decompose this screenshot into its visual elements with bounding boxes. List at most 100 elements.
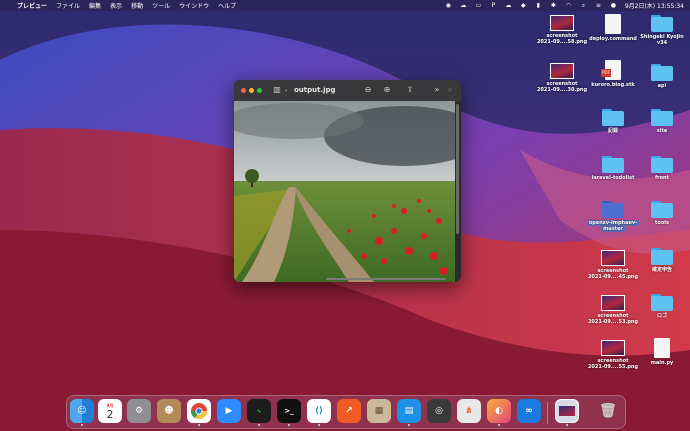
zoom-in-icon[interactable]: ⊕ (382, 85, 392, 95)
desktop-folder-kakutei-shinkoku[interactable]: 確定申告 (634, 247, 690, 273)
desktop-file-kuroro-blog[interactable]: PDF kuroro.blog.stk (585, 60, 641, 88)
folder-icon (651, 14, 673, 32)
zoom-out-icon[interactable]: ⊖ (363, 85, 373, 95)
dock-screenshot[interactable] (555, 399, 579, 423)
horizontal-scrollbar[interactable] (326, 278, 446, 280)
desktop-file-screenshot-45[interactable]: screenshot 2021-09....45.png (585, 250, 641, 280)
search-icon[interactable]: ⌕ (445, 85, 455, 95)
desktop-file-deploy-command[interactable]: deploy.command (585, 14, 641, 42)
record-icon[interactable]: ◉ (445, 2, 452, 9)
docker-icon: ▤ (404, 406, 414, 416)
vscode-icon: ⟨⟩ (314, 406, 324, 416)
running-indicator (81, 424, 83, 426)
folder-icon (602, 108, 624, 126)
chevron-down-icon[interactable]: ⌄ (281, 85, 291, 95)
menu-tools[interactable]: ツール (152, 1, 170, 10)
running-indicator (258, 424, 260, 426)
desktop-folder-site[interactable]: site (634, 108, 690, 134)
python-file-icon (654, 338, 670, 358)
dock-chrome[interactable] (187, 399, 211, 423)
dock-calendar[interactable]: 9月 2 (98, 399, 122, 423)
git-icon: ⋔ (465, 406, 473, 416)
dock-quicktime[interactable]: ◎ (427, 399, 451, 423)
zoom-button[interactable] (257, 88, 262, 93)
dock-system-preferences[interactable]: ⚙ (127, 399, 151, 423)
menu-edit[interactable]: 編集 (89, 1, 101, 10)
menu-window[interactable]: ウインドウ (179, 1, 209, 10)
menu-go[interactable]: 移動 (131, 1, 143, 10)
p-status-icon[interactable]: P (490, 2, 497, 9)
desktop-folder-api[interactable]: api (634, 63, 690, 89)
desktop-file-screenshot-55[interactable]: screenshot 2021-09....55.png (585, 340, 641, 370)
menu-bar: プレビュー ファイル 編集 表示 移動 ツール ウインドウ ヘルプ ◉ ☁ ▭ … (0, 0, 690, 11)
folder-icon (651, 108, 673, 126)
terminal-icon: >_ (284, 407, 294, 415)
desktop-file-screenshot-53[interactable]: screenshot 2021-09....53.png (585, 295, 641, 325)
menu-view[interactable]: 表示 (110, 1, 122, 10)
folder-icon (651, 247, 673, 265)
dock-zoom[interactable]: ▶ (217, 399, 241, 423)
dock-preview[interactable]: ◐ (487, 399, 511, 423)
monitor-icon[interactable]: ▭ (475, 2, 482, 9)
running-indicator (198, 424, 200, 426)
minimize-button[interactable] (249, 88, 254, 93)
contacts-icon: ☻ (164, 406, 174, 416)
vertical-scrollbar[interactable] (456, 104, 459, 234)
quicktime-icon: ◎ (435, 406, 443, 416)
document-icon (605, 14, 621, 34)
dock-archive-utility[interactable]: ▦ (367, 399, 391, 423)
image-content (234, 101, 455, 282)
window-titlebar[interactable]: ▥ ⌄ output.jpg ⊖ ⊕ ⇪ » ⌕ (234, 80, 461, 101)
image-thumbnail-icon (550, 63, 574, 79)
desktop-folder-laravel-todolist[interactable]: laravel-todolist (585, 155, 641, 181)
running-indicator (288, 424, 290, 426)
desktop-folder-kiroku[interactable]: 記録 (585, 108, 641, 134)
desktop-folder-logo[interactable]: ロゴ (634, 293, 690, 319)
dock-contacts[interactable]: ☻ (157, 399, 181, 423)
dock-finder[interactable]: ☺ (70, 399, 94, 423)
dock-infinity-app[interactable]: ∞ (517, 399, 541, 423)
folder-icon (651, 155, 673, 173)
dock: ☺ 9月 2 ⚙ ☻ ▶ ∿ >_ ⟨⟩ ↗ ▦ ▤ ◎ ⋔ ◐ ∞ 🗑 (66, 395, 626, 429)
close-button[interactable] (241, 88, 246, 93)
menu-file[interactable]: ファイル (56, 1, 80, 10)
desktop-file-screenshot-58[interactable]: screenshot 2021-09....58.png (534, 15, 590, 45)
desktop-file-main-py[interactable]: main.py (634, 338, 690, 366)
wifi-icon[interactable]: ◠ (565, 2, 572, 9)
desktop-file-screenshot-30[interactable]: screenshot 2021-09....30.png (534, 63, 590, 93)
dock-sourcetree[interactable]: ⋔ (457, 399, 481, 423)
battery-icon[interactable]: ▮ (535, 2, 542, 9)
bluetooth-icon[interactable]: ✱ (550, 2, 557, 9)
cloud-icon[interactable]: ☁ (460, 2, 467, 9)
control-center-icon[interactable]: ≡ (595, 2, 602, 9)
clock[interactable]: 9月2日(木) 13:55:34 (625, 1, 684, 10)
menu-help[interactable]: ヘルプ (218, 1, 236, 10)
desktop-folder-shingeki[interactable]: Shingeki Kyojin v34 (634, 14, 690, 46)
siri-icon[interactable]: ● (610, 2, 617, 9)
dock-docker[interactable]: ▤ (397, 399, 421, 423)
more-icon[interactable]: » (432, 85, 442, 95)
window-title: output.jpg (294, 86, 336, 94)
image-thumbnail-icon (601, 340, 625, 356)
trash-icon: 🗑 (599, 403, 617, 419)
pdf-document-icon: PDF (601, 60, 621, 80)
app-menu[interactable]: プレビュー (17, 1, 47, 10)
dock-stats-app[interactable]: ↗ (337, 399, 361, 423)
dock-activity-monitor[interactable]: ∿ (247, 399, 271, 423)
image-thumbnail-icon (601, 295, 625, 311)
desktop-folder-tools[interactable]: tools (634, 200, 690, 226)
desktop-folder-openzv-master[interactable]: openzv-imphaev- master (585, 200, 641, 232)
desktop-folder-front[interactable]: front (634, 155, 690, 181)
preview-window[interactable]: ▥ ⌄ output.jpg ⊖ ⊕ ⇪ » ⌕ (234, 80, 461, 282)
dropbox-icon[interactable]: ◆ (520, 2, 527, 9)
chrome-icon (190, 403, 208, 420)
share-icon[interactable]: ⇪ (405, 85, 415, 95)
archive-icon: ▦ (374, 406, 384, 416)
dock-trash[interactable]: 🗑 (596, 399, 620, 423)
chart-icon: ↗ (345, 406, 353, 416)
running-indicator (498, 424, 500, 426)
weather-icon[interactable]: ☁ (505, 2, 512, 9)
dock-terminal[interactable]: >_ (277, 399, 301, 423)
search-icon[interactable]: ⌕ (580, 2, 587, 9)
dock-vscode[interactable]: ⟨⟩ (307, 399, 331, 423)
